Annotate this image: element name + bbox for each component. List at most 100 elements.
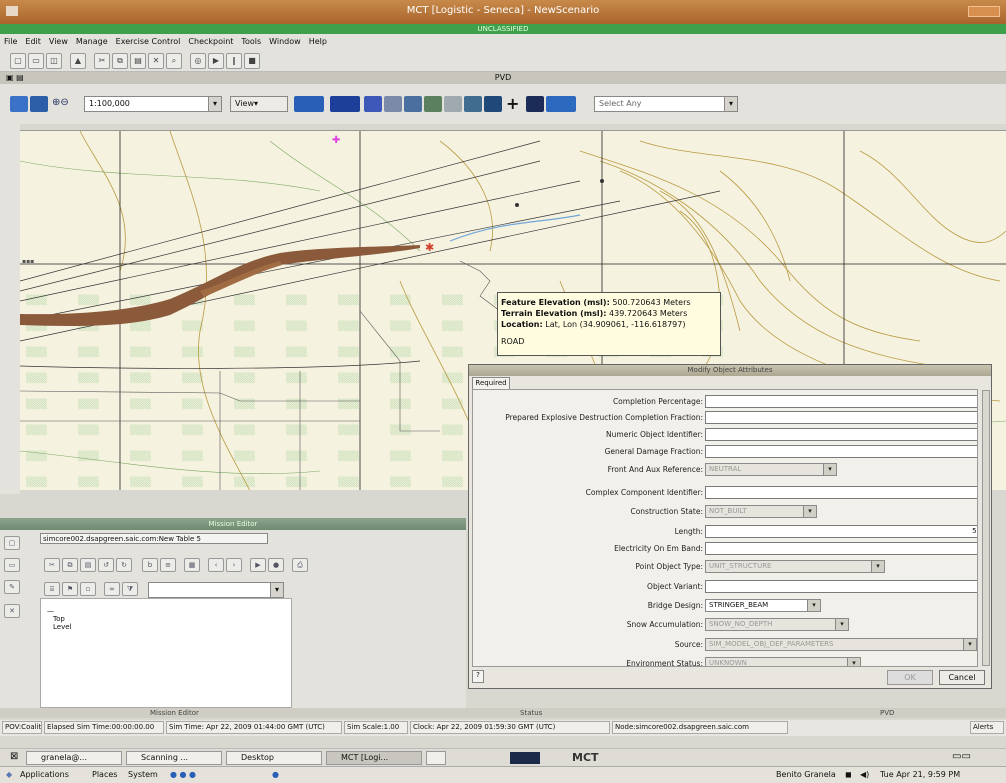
select-mode-dropdown[interactable]: Select Any ▾	[594, 96, 738, 112]
cut-icon[interactable]: ✂	[94, 53, 110, 69]
open-mission-icon[interactable]: ▭	[4, 558, 20, 572]
task-extra[interactable]	[426, 751, 446, 765]
help-icon[interactable]: ?	[472, 670, 484, 683]
bold-icon[interactable]: b	[142, 558, 158, 572]
app-icon[interactable]	[510, 752, 540, 764]
menu-help[interactable]: Help	[305, 34, 331, 49]
menu-exercise-control[interactable]: Exercise Control	[112, 34, 185, 49]
map-marker[interactable]: ✱	[425, 241, 434, 254]
tab-pvd[interactable]: PVD	[880, 708, 894, 718]
general-damage-fraction-input[interactable]	[705, 445, 977, 458]
menu-system[interactable]: System	[128, 770, 158, 779]
zoom-icon[interactable]: ◎	[190, 53, 206, 69]
play-icon[interactable]: ▶	[250, 558, 266, 572]
user-name[interactable]: Benito Granela	[776, 770, 836, 779]
task-desktop[interactable]: Desktop	[226, 751, 322, 765]
complex-component-identifier-input[interactable]	[705, 486, 977, 499]
next-icon[interactable]: ›	[226, 558, 242, 572]
object-variant-input[interactable]	[705, 580, 977, 593]
save-icon[interactable]: ◫	[46, 53, 62, 69]
menu-manage[interactable]: Manage	[72, 34, 112, 49]
source-dropdown[interactable]: SIM_MODEL_OBJ_DEF_PARAMETERS ▾	[705, 638, 977, 651]
display-icon[interactable]	[546, 96, 576, 112]
pause-icon[interactable]: ‖	[226, 53, 242, 69]
point-object-type-dropdown[interactable]: UNIT_STRUCTURE ▾	[705, 560, 885, 573]
menu-tools[interactable]: Tools	[237, 34, 265, 49]
list-icon[interactable]: ▦	[184, 558, 200, 572]
numeric-object-identifier-input[interactable]	[705, 428, 977, 441]
workspace-switcher-icon[interactable]: ▭▭	[952, 751, 971, 762]
record-icon[interactable]: ●	[268, 558, 284, 572]
paste-icon[interactable]: ▤	[80, 558, 96, 572]
task-terminal[interactable]: granela@...	[26, 751, 122, 765]
foot-icon[interactable]: ◆	[6, 770, 12, 779]
menu-file[interactable]: File	[0, 34, 21, 49]
panel-clock[interactable]: Tue Apr 21, 9:59 PM	[880, 770, 960, 779]
mission-tab[interactable]: simcore002.dsapgreen.saic.com:New Table …	[40, 533, 268, 544]
tab-status[interactable]: Status	[520, 708, 542, 718]
terrain-icon[interactable]	[464, 96, 482, 112]
bridge-design-dropdown[interactable]: STRINGER_BEAM ▾	[705, 599, 821, 612]
cube-icon[interactable]	[364, 96, 382, 112]
copy-icon[interactable]: ⧉	[62, 558, 78, 572]
play-icon[interactable]: ▶	[208, 53, 224, 69]
pan-icon[interactable]	[30, 96, 48, 112]
alerts-button[interactable]: Alerts	[970, 721, 1004, 734]
environment-status-dropdown[interactable]: UNKNOWN ▾	[705, 657, 861, 666]
task-mct[interactable]: MCT [Logi...	[326, 751, 422, 765]
open-icon[interactable]: ▭	[28, 53, 44, 69]
menu-places[interactable]: Places	[92, 770, 117, 779]
copy-icon[interactable]: ⧉	[112, 53, 128, 69]
launcher-icon[interactable]: ●	[272, 770, 279, 779]
globe-icon[interactable]	[10, 96, 28, 112]
mission-filter-dropdown[interactable]: ▾	[148, 582, 284, 598]
print-icon[interactable]: ⎙	[292, 558, 308, 572]
task-mct-logo[interactable]: MCT	[572, 751, 599, 764]
menu-window[interactable]: Window	[265, 34, 305, 49]
align-icon[interactable]: ≡	[160, 558, 176, 572]
link-icon[interactable]: ∞	[104, 582, 120, 596]
redo-icon[interactable]: ↻	[116, 558, 132, 572]
edit-mission-icon[interactable]: ✎	[4, 580, 20, 594]
hand-icon[interactable]	[444, 96, 462, 112]
snow-accumulation-dropdown[interactable]: SNOW_NO_DEPTH ▾	[705, 618, 849, 631]
delete-mission-icon[interactable]: ✕	[4, 604, 20, 618]
mission-tree[interactable]: — Top Level	[40, 598, 292, 708]
tree-icon[interactable]: ⌸	[44, 582, 60, 596]
cancel-button[interactable]: Cancel	[939, 670, 985, 685]
length-input[interactable]	[705, 525, 977, 538]
measure-icon[interactable]	[384, 96, 402, 112]
print-icon[interactable]: ▲	[70, 53, 86, 69]
zoom-in-out-icon[interactable]: ⊕⊖	[52, 97, 69, 108]
stop-icon[interactable]: ■	[244, 53, 260, 69]
show-desktop-icon[interactable]: ⊠	[10, 751, 18, 762]
tab-mission-editor[interactable]: Mission Editor	[150, 708, 199, 718]
layer-icon[interactable]	[294, 96, 324, 112]
front-aux-reference-dropdown[interactable]: NEUTRAL ▾	[705, 463, 837, 476]
menu-edit[interactable]: Edit	[21, 34, 45, 49]
volume-icon[interactable]: ◀)	[860, 770, 869, 779]
filter-icon[interactable]: ⧩	[122, 582, 138, 596]
task-scanning[interactable]: Scanning ...	[126, 751, 222, 765]
new-icon[interactable]: ▢	[10, 53, 26, 69]
window-controls[interactable]	[968, 6, 1000, 17]
unit-marker[interactable]: ✚	[332, 135, 340, 146]
cut-icon[interactable]: ✂	[44, 558, 60, 572]
electricity-em-band-input[interactable]	[705, 542, 977, 555]
undo-icon[interactable]: ↺	[98, 558, 114, 572]
overlay-icon[interactable]	[330, 96, 360, 112]
ok-button[interactable]: OK	[887, 670, 933, 685]
menu-applications[interactable]: Applications	[20, 770, 69, 779]
select-area-icon[interactable]	[404, 96, 422, 112]
paste-icon[interactable]: ▤	[130, 53, 146, 69]
launcher-icons[interactable]: ● ● ●	[170, 770, 196, 779]
explosive-fraction-input[interactable]	[705, 411, 977, 424]
view-menu-button[interactable]: View▾	[230, 96, 288, 112]
prev-icon[interactable]: ‹	[208, 558, 224, 572]
unit-icon[interactable]	[526, 96, 544, 112]
completion-percentage-input[interactable]	[705, 395, 977, 408]
rotate-icon[interactable]	[484, 96, 502, 112]
construction-state-dropdown[interactable]: NOT_BUILT ▾	[705, 505, 817, 518]
tab-required[interactable]: Required	[472, 377, 510, 389]
grid-icon[interactable]	[424, 96, 442, 112]
